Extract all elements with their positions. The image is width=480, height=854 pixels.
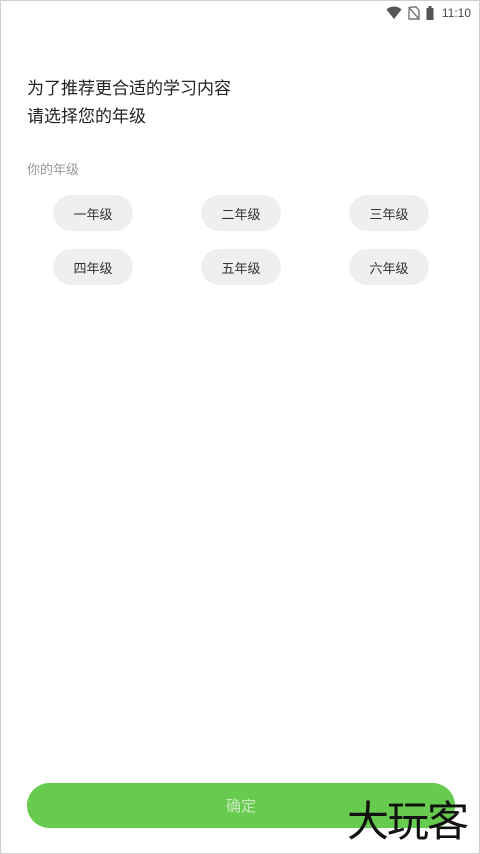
status-bar: 11:10 <box>1 1 479 25</box>
grade-option-3[interactable]: 三年级 <box>349 195 429 231</box>
status-time: 11:10 <box>441 6 471 20</box>
battery-icon <box>426 6 434 20</box>
no-sim-icon <box>407 6 420 20</box>
grade-option-2[interactable]: 二年级 <box>201 195 281 231</box>
headline-line-1: 为了推荐更合适的学习内容 <box>27 79 231 99</box>
grade-options: 一年级 二年级 三年级 四年级 五年级 六年级 <box>53 195 429 285</box>
grade-option-4[interactable]: 四年级 <box>53 249 133 285</box>
grade-section-label: 你的年级 <box>27 163 80 178</box>
headline: 为了推荐更合适的学习内容 请选择您的年级 <box>27 75 231 131</box>
grade-option-5[interactable]: 五年级 <box>201 249 281 285</box>
grade-option-1[interactable]: 一年级 <box>53 195 133 231</box>
wifi-icon <box>386 6 402 20</box>
grade-option-6[interactable]: 六年级 <box>349 249 429 285</box>
watermark: 大玩客 <box>346 797 469 846</box>
headline-line-2: 请选择您的年级 <box>27 107 146 127</box>
